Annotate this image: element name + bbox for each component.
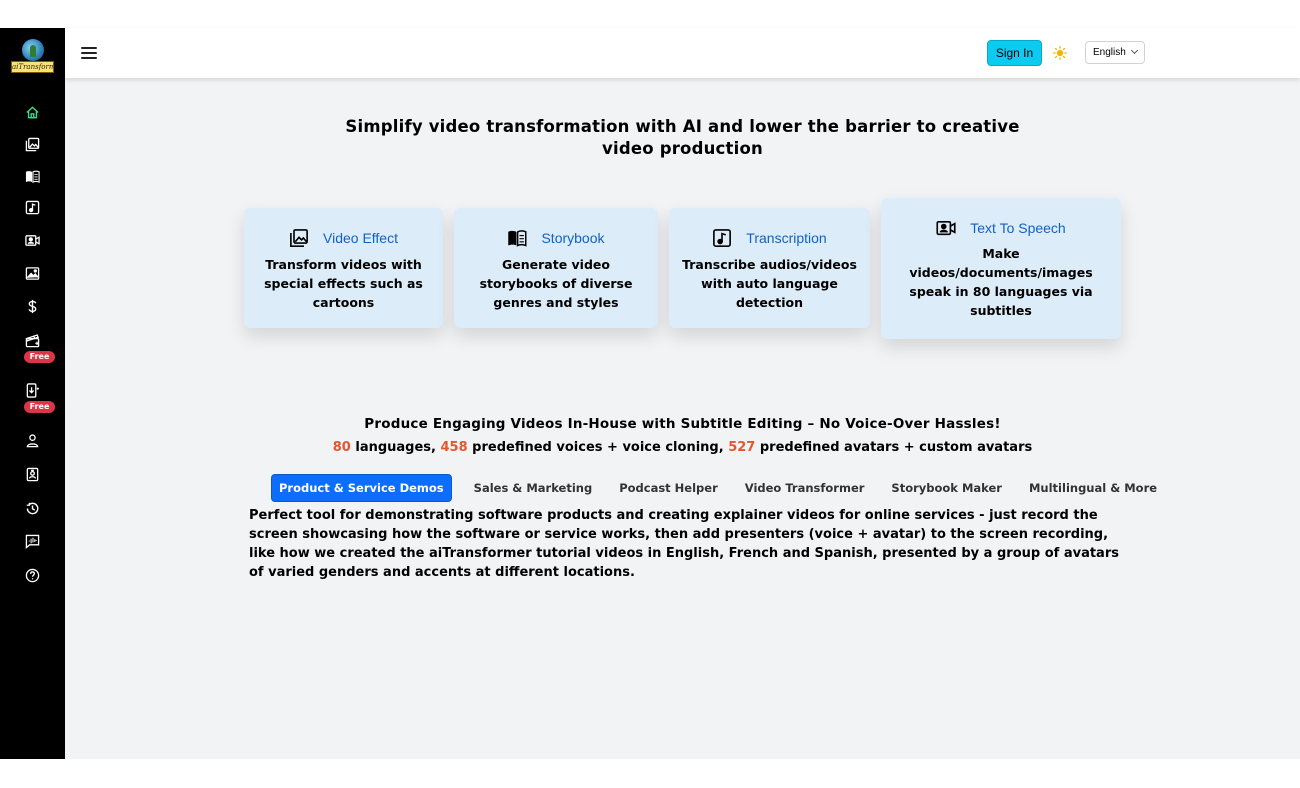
tab-video-transformer[interactable]: Video Transformer [738,474,872,502]
chat-wave-icon [25,534,40,549]
card-header: Transcription [669,228,870,248]
history-icon [26,502,39,514]
languages-text: languages, [350,440,441,455]
sidebar-item-home[interactable] [0,98,65,126]
avatars-text: predefined avatars + custom avatars [755,440,1033,455]
video-person-icon [936,220,956,236]
voices-text: predefined voices + voice cloning, [467,440,729,455]
card-description: Transform videos with special effects su… [264,257,423,310]
sun-icon[interactable] [1053,46,1067,60]
sidebar-item-video-effect[interactable] [0,130,65,158]
sign-in-button[interactable]: Sign In [987,40,1042,66]
languages-count: 80 [332,440,351,455]
hero-title: Simplify video transformation with AI an… [345,117,1020,158]
tab-storybook-maker[interactable]: Storybook Maker [884,474,1009,502]
use-case-tabs: Product & Service Demos Sales & Marketin… [271,474,1177,502]
free-badge: Free [24,351,55,363]
language-value: English [1093,47,1126,58]
sidebar-item-help[interactable] [0,561,65,589]
tab-product-service-demos[interactable]: Product & Service Demos [271,474,452,502]
music-note-icon [25,200,40,214]
card-header: Storybook [454,228,658,248]
avatars-count: 527 [728,440,756,455]
sidebar: aiTransformer Free Free [0,28,65,759]
sidebar-item-transcription[interactable] [0,193,65,221]
card-description: Transcribe audios/videos with auto langu… [682,257,857,310]
help-circle-icon [25,568,40,582]
phone-download-icon [26,382,40,398]
sidebar-item-app-download[interactable] [0,376,65,404]
book-icon [25,170,40,183]
image-icon [25,266,40,280]
tab-description: Perfect tool for demonstrating software … [249,508,1119,580]
sidebar-item-profile[interactable] [0,426,65,454]
stats-line: 80 languages, 458 predefined voices + vo… [250,440,1115,455]
card-storybook[interactable]: Storybook Generate video storybooks of d… [454,208,658,328]
card-description: Generate video storybooks of diverse gen… [479,257,633,310]
tab-sales-marketing[interactable]: Sales & Marketing [467,474,600,502]
card-title: Storybook [541,230,605,246]
sidebar-item-pricing[interactable] [0,292,65,320]
music-note-icon [713,229,732,247]
tab-multilingual-more[interactable]: Multilingual & More [1022,474,1164,502]
card-transcription[interactable]: Transcription Transcribe audios/videos w… [669,208,870,328]
sidebar-item-image[interactable] [0,259,65,287]
sidebar-item-video-maker[interactable] [0,326,65,354]
person-badge-icon [26,467,39,481]
voices-count: 458 [440,440,468,455]
card-title: Transcription [746,230,827,246]
sidebar-item-text-to-speech[interactable] [0,226,65,254]
section-title: Produce Engaging Videos In-House with Su… [364,416,1001,432]
sidebar-item-history[interactable] [0,494,65,522]
sidebar-item-avatars[interactable] [0,460,65,488]
images-icon [290,229,308,247]
card-text-to-speech[interactable]: Text To Speech Make videos/documents/ima… [881,198,1121,339]
card-header: Text To Speech [881,218,1121,238]
chevron-down-icon [1130,46,1139,55]
hamburger-menu-icon[interactable] [81,44,97,62]
top-bar: Sign In English [65,28,1300,78]
card-video-effect[interactable]: Video Effect Transform videos with speci… [244,208,443,328]
dollar-icon [28,299,37,313]
person-icon [26,433,39,447]
sidebar-item-feedback[interactable] [0,527,65,555]
video-person-icon [25,234,40,246]
free-badge: Free [24,401,55,413]
images-icon [25,137,40,151]
home-icon [26,105,39,118]
card-description: Make videos/documents/images speak in 80… [909,246,1093,318]
card-title: Video Effect [323,230,398,246]
card-header: Video Effect [244,228,443,248]
tab-podcast-helper[interactable]: Podcast Helper [612,474,725,502]
book-icon [508,230,527,247]
app-frame: aiTransformer Free Free [0,28,1300,759]
sidebar-item-storybook[interactable] [0,162,65,190]
card-title: Text To Speech [970,220,1066,236]
logo-text: aiTransformer [11,61,54,73]
clapperboard-icon [25,333,40,347]
language-select[interactable]: English [1085,41,1145,64]
logo[interactable]: aiTransformer [11,39,54,74]
logo-tree [30,45,36,57]
